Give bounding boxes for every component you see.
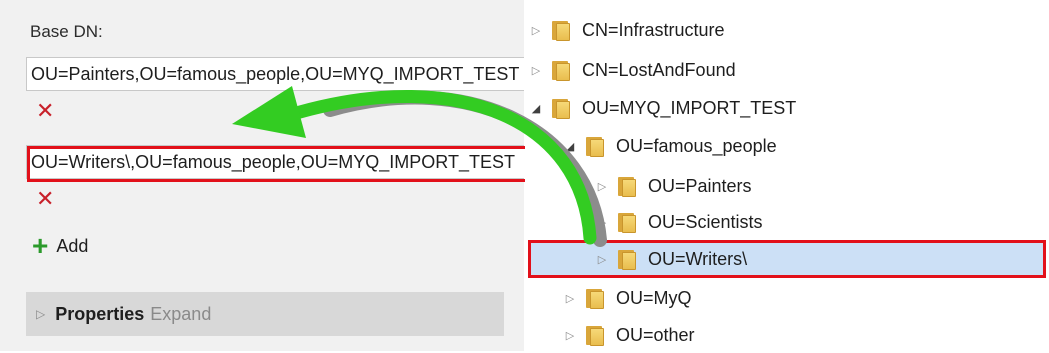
expand-arrow-icon[interactable]: ▷ bbox=[562, 292, 578, 305]
tree-node-lostandfound[interactable]: ▷ CN=LostAndFound bbox=[528, 52, 736, 88]
remove-icon[interactable]: ✕ bbox=[36, 188, 54, 210]
tree-node-label: OU=famous_people bbox=[616, 135, 777, 156]
tree-node-other[interactable]: ▷ OU=other bbox=[562, 317, 695, 353]
tree-node-famous-people[interactable]: ◢ OU=famous_people bbox=[562, 128, 777, 164]
tree-node-label: OU=Painters bbox=[648, 175, 752, 196]
properties-label: Properties bbox=[55, 303, 145, 324]
folder-icon bbox=[616, 175, 638, 197]
tree-node-label: OU=Scientists bbox=[648, 211, 763, 232]
collapse-arrow-icon[interactable]: ◢ bbox=[528, 102, 544, 115]
plus-icon: + bbox=[32, 230, 49, 261]
add-label: Add bbox=[56, 235, 89, 256]
base-dn-field-1[interactable]: OU=Painters,OU=famous_people,OU=MYQ_IMPO… bbox=[26, 57, 524, 91]
tree-node-scientists[interactable]: ▷ OU=Scientists bbox=[594, 204, 763, 240]
folder-icon bbox=[584, 287, 606, 309]
folder-icon bbox=[550, 59, 572, 81]
folder-icon bbox=[616, 211, 638, 233]
tree-node-label: CN=LostAndFound bbox=[582, 59, 736, 80]
folder-icon bbox=[584, 135, 606, 157]
base-dn-panel: Base DN: OU=Painters,OU=famous_people,OU… bbox=[0, 0, 529, 351]
folder-icon bbox=[550, 19, 572, 41]
expand-triangle-icon: ▷ bbox=[36, 307, 46, 321]
tree-node-label: OU=MyQ bbox=[616, 287, 692, 308]
tree-node-infrastructure[interactable]: ▷ CN=Infrastructure bbox=[528, 12, 725, 48]
tree-node-label: OU=other bbox=[616, 324, 695, 345]
tree-node-label: CN=Infrastructure bbox=[582, 19, 725, 40]
add-button[interactable]: + Add bbox=[32, 230, 89, 261]
expand-arrow-icon[interactable]: ▷ bbox=[594, 253, 610, 266]
folder-icon bbox=[550, 97, 572, 119]
collapse-arrow-icon[interactable]: ◢ bbox=[562, 140, 578, 153]
tree-node-myq-import-test[interactable]: ◢ OU=MYQ_IMPORT_TEST bbox=[528, 90, 796, 126]
tree-node-writers[interactable]: ▷ OU=Writers\ bbox=[594, 241, 747, 277]
tree-node-painters[interactable]: ▷ OU=Painters bbox=[594, 168, 752, 204]
expand-arrow-icon[interactable]: ▷ bbox=[562, 329, 578, 342]
tree-node-myq[interactable]: ▷ OU=MyQ bbox=[562, 280, 692, 316]
properties-expander[interactable]: ▷ Properties Expand bbox=[26, 292, 504, 336]
expand-arrow-icon[interactable]: ▷ bbox=[594, 180, 610, 193]
tree-node-label: OU=Writers\ bbox=[648, 248, 748, 269]
base-dn-label: Base DN: bbox=[30, 22, 103, 41]
base-dn-field-2[interactable]: OU=Writers\,OU=famous_people,OU=MYQ_IMPO… bbox=[26, 145, 524, 179]
tree-node-label: OU=MYQ_IMPORT_TEST bbox=[582, 97, 797, 118]
expand-label: Expand bbox=[150, 303, 212, 324]
folder-icon bbox=[616, 248, 638, 270]
folder-icon bbox=[584, 324, 606, 346]
remove-icon[interactable]: ✕ bbox=[36, 100, 54, 122]
expand-arrow-icon[interactable]: ▷ bbox=[594, 216, 610, 229]
expand-arrow-icon[interactable]: ▷ bbox=[528, 64, 544, 77]
expand-arrow-icon[interactable]: ▷ bbox=[528, 24, 544, 37]
